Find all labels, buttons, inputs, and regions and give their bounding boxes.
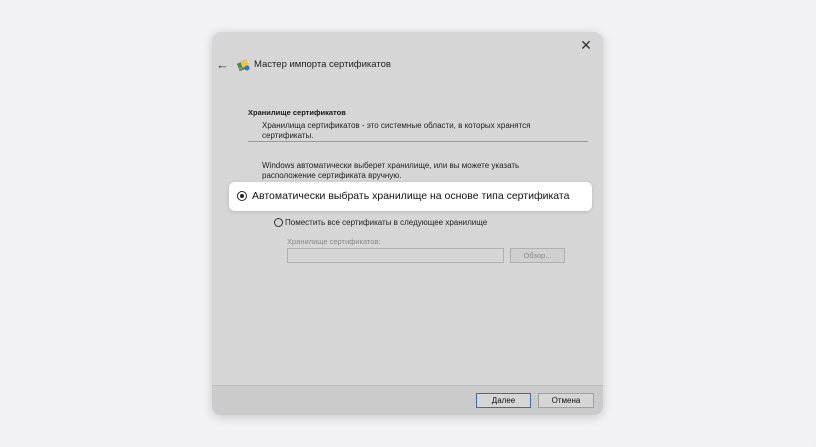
instruction-text: Windows автоматически выберет хранилище,… bbox=[262, 161, 520, 180]
dialog-footer: Далее Отмена bbox=[212, 385, 603, 415]
auto-store-radio-label[interactable]: Автоматически выбрать хранилище на основ… bbox=[252, 190, 569, 202]
close-icon[interactable]: ✕ bbox=[577, 36, 595, 54]
header-divider bbox=[248, 141, 588, 142]
arrow-left-icon[interactable]: ← bbox=[216, 58, 230, 72]
auto-store-radio[interactable] bbox=[237, 191, 247, 201]
manual-store-radio[interactable] bbox=[274, 218, 283, 227]
cancel-button[interactable]: Отмена bbox=[538, 393, 594, 408]
store-input bbox=[287, 248, 504, 263]
next-button[interactable]: Далее bbox=[476, 393, 531, 408]
certificate-wizard-icon bbox=[237, 58, 250, 72]
radio-selected-dot bbox=[240, 194, 244, 198]
section-title: Хранилище сертификатов bbox=[248, 108, 346, 117]
section-description: Хранилища сертификатов - это системные о… bbox=[262, 121, 531, 140]
store-field-label: Хранилище сертификатов: bbox=[287, 237, 381, 246]
wizard-title: Мастер импорта сертификатов bbox=[254, 59, 391, 70]
browse-button: Обзор... bbox=[510, 248, 565, 263]
certificate-import-wizard-dialog: ✕ ← Мастер импорта сертификатов Хранилищ… bbox=[212, 32, 603, 415]
manual-store-radio-label[interactable]: Поместить все сертификаты в следующее хр… bbox=[285, 218, 487, 227]
auto-select-option-highlight[interactable]: Автоматически выбрать хранилище на основ… bbox=[229, 182, 592, 211]
